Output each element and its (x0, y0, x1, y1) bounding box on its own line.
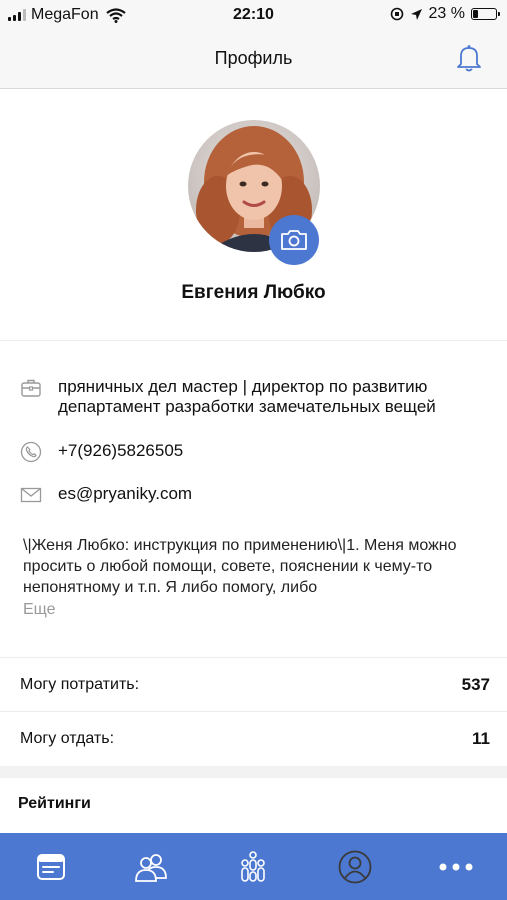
profile-name: Евгения Любко (181, 282, 326, 303)
stat-label: Могу потратить: (20, 676, 140, 693)
battery-icon (471, 8, 500, 20)
groups-icon (241, 850, 266, 882)
stat-row-spend: Могу потратить: 537 (0, 657, 507, 712)
page-title: Профиль (214, 48, 293, 68)
navigation-bar: Профиль (0, 30, 507, 89)
location-arrow-icon (410, 8, 422, 20)
stat-row-give: Могу отдать: 11 (0, 711, 507, 766)
profile-header: Евгения Любко (0, 89, 507, 341)
stat-value: 537 (461, 675, 490, 694)
phone-text: +7(926)5826505 (58, 441, 184, 460)
department-text: департамент разработки замечательных вещ… (58, 397, 436, 416)
ratings-title[interactable]: Рейтинги (18, 795, 91, 813)
tab-bar (0, 833, 507, 900)
news-feed-icon (36, 853, 65, 880)
orientation-lock-icon (390, 7, 403, 21)
status-bar: MegaFon 22:10 23 % (0, 0, 507, 30)
more-icon (439, 863, 473, 870)
change-photo-button[interactable] (269, 215, 319, 265)
profile-icon (338, 850, 372, 883)
tab-profile[interactable] (325, 837, 385, 897)
camera-icon (281, 230, 307, 250)
people-icon (135, 853, 167, 882)
email-row[interactable]: es@pryaniky.com (20, 484, 192, 506)
position-row: пряничных дел мастер | директор по разви… (20, 377, 436, 417)
email-text: es@pryaniky.com (58, 484, 193, 503)
briefcase-icon (21, 379, 41, 397)
stat-value: 11 (472, 729, 490, 748)
position-text: пряничных дел мастер | директор по разви… (58, 377, 428, 396)
tab-news-feed[interactable] (21, 837, 81, 897)
phone-row[interactable]: +7(926)5826505 (20, 441, 183, 463)
mail-icon (20, 487, 42, 503)
phone-icon (20, 441, 42, 463)
show-more-link[interactable]: Еще (23, 601, 56, 619)
section-divider (0, 766, 507, 778)
bio-text: \|Женя Любко: инструкция по применению\|… (23, 537, 457, 596)
battery-percent: 23 % (428, 5, 465, 22)
tab-groups[interactable] (223, 837, 283, 897)
stat-label: Могу отдать: (20, 730, 115, 747)
status-right: 23 % (390, 5, 500, 23)
tab-more[interactable] (426, 837, 486, 897)
profile-info: пряничных дел мастер | директор по разви… (0, 341, 507, 657)
notifications-bell-icon[interactable] (453, 42, 485, 74)
battery-fill (473, 10, 478, 18)
tab-people[interactable] (122, 837, 182, 897)
